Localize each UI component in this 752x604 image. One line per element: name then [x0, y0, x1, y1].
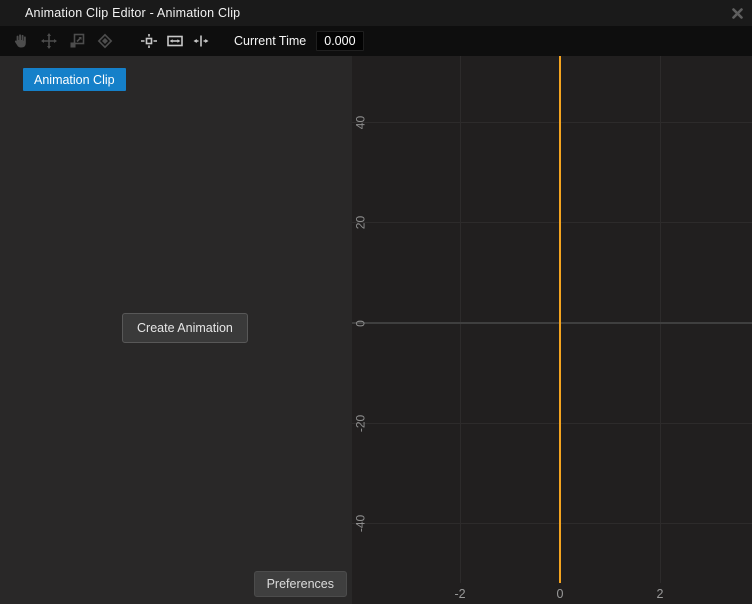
- curve-editor-canvas[interactable]: 40 20 0 -20 -40 -2 0 2: [352, 56, 752, 604]
- current-time-input[interactable]: [316, 31, 364, 51]
- left-panel: Animation Clip Create Animation Preferen…: [0, 56, 352, 604]
- tab-animation-clip[interactable]: Animation Clip: [23, 68, 126, 91]
- fit-horizontal-icon[interactable]: [164, 30, 186, 52]
- current-time-label: Current Time: [234, 34, 306, 48]
- move-icon[interactable]: [38, 30, 60, 52]
- create-animation-button[interactable]: Create Animation: [122, 313, 248, 343]
- keyframe-diamond-icon[interactable]: [94, 30, 116, 52]
- fit-width-icon[interactable]: [190, 30, 212, 52]
- toolbar: Current Time: [0, 26, 752, 56]
- x-tick-label: 0: [545, 587, 575, 601]
- gridline-horizontal: [352, 423, 752, 424]
- gridline-vertical: [660, 56, 661, 583]
- gridline-horizontal: [352, 222, 752, 223]
- y-tick-label: 20: [355, 208, 368, 238]
- gridline-horizontal: [352, 122, 752, 123]
- close-icon[interactable]: [728, 4, 746, 22]
- y-tick-label: -20: [355, 409, 368, 439]
- y-tick-label: 0: [355, 309, 368, 339]
- x-tick-label: 2: [645, 587, 675, 601]
- y-tick-label: 40: [355, 108, 368, 138]
- x-tick-label: -2: [445, 587, 475, 601]
- title-bar: Animation Clip Editor - Animation Clip: [0, 0, 752, 26]
- window-title: Animation Clip Editor - Animation Clip: [25, 6, 240, 20]
- gridline-vertical: [460, 56, 461, 583]
- preferences-button[interactable]: Preferences: [254, 571, 347, 597]
- playhead-line[interactable]: [559, 56, 561, 583]
- main-content: Animation Clip Create Animation Preferen…: [0, 56, 752, 604]
- frame-center-icon[interactable]: [138, 30, 160, 52]
- y-tick-label: -40: [355, 509, 368, 539]
- zero-value-line: [352, 322, 752, 324]
- scale-icon[interactable]: [66, 30, 88, 52]
- pan-hand-icon[interactable]: [10, 30, 32, 52]
- animation-clip-editor-window: Animation Clip Editor - Animation Clip: [0, 0, 752, 604]
- gridline-horizontal: [352, 523, 752, 524]
